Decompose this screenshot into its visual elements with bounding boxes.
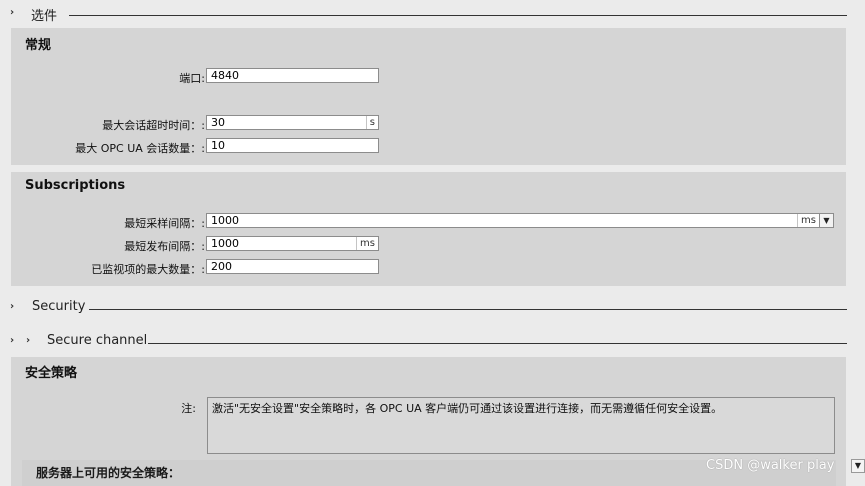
section-options-header[interactable]: › 选件	[0, 5, 865, 24]
unit-seconds: s	[365, 116, 378, 129]
max-sessions-value: 10	[211, 139, 225, 152]
section-divider	[69, 15, 847, 16]
scroll-down-icon[interactable]: ▼	[851, 459, 865, 473]
security-policy-title: 安全策略	[25, 366, 78, 381]
min-sampling-input[interactable]: 1000 ms	[206, 213, 820, 228]
unit-ms: ms	[356, 237, 378, 250]
subscriptions-title: Subscriptions	[25, 178, 126, 193]
max-monitored-value: 200	[211, 260, 232, 273]
section-options-title: 选件	[31, 9, 58, 24]
note-box: 激活"无安全设置"安全策略时，各 OPC UA 客户端仍可通过该设置进行连接，而…	[207, 397, 835, 454]
unit-ms: ms	[797, 214, 819, 227]
note-text: 激活"无安全设置"安全策略时，各 OPC UA 客户端仍可通过该设置进行连接，而…	[212, 402, 723, 415]
section-divider	[89, 309, 847, 310]
general-panel: 常规 端口: 4840 最大会话超时时间：: 30 s 最大 OPC UA 会话…	[11, 28, 846, 165]
section-divider	[148, 343, 847, 344]
max-sessions-input[interactable]: 10	[206, 138, 379, 153]
general-title: 常规	[25, 38, 52, 53]
available-policies-label: 服务器上可用的安全策略：	[36, 466, 181, 480]
chevron-right-icon[interactable]: ›	[10, 335, 14, 346]
min-publishing-label: 最短发布间隔：:	[124, 240, 205, 253]
csdn-watermark: CSDN @walker play	[706, 458, 835, 473]
section-secure-channel-title: Secure channel	[47, 333, 148, 348]
max-session-timeout-value: 30	[211, 116, 225, 129]
max-sessions-label: 最大 OPC UA 会话数量：:	[75, 142, 205, 155]
min-sampling-value: 1000	[211, 214, 239, 227]
port-value: 4840	[211, 69, 239, 82]
note-label: 注:	[181, 402, 196, 415]
max-session-timeout-input[interactable]: 30 s	[206, 115, 379, 130]
min-publishing-value: 1000	[211, 237, 239, 250]
min-sampling-label: 最短采样间隔：:	[124, 217, 205, 230]
chevron-right-icon[interactable]: ›	[10, 7, 14, 18]
section-security-header[interactable]: › Security	[0, 299, 865, 317]
subscriptions-panel: Subscriptions 最短采样间隔：: 1000 ms ▼ 最短发布间隔：…	[11, 172, 846, 286]
chevron-right-icon[interactable]: ›	[26, 335, 30, 346]
port-input[interactable]: 4840	[206, 68, 379, 83]
section-secure-channel-header[interactable]: › › Secure channel	[0, 333, 865, 351]
max-monitored-input[interactable]: 200	[206, 259, 379, 274]
min-publishing-input[interactable]: 1000 ms	[206, 236, 379, 251]
chevron-right-icon[interactable]: ›	[10, 301, 14, 312]
triangle-down-icon[interactable]: ▼	[819, 213, 834, 228]
section-security-title: Security	[32, 299, 86, 314]
max-monitored-label: 已监视项的最大数量：:	[91, 263, 205, 276]
max-session-timeout-label: 最大会话超时时间：:	[102, 119, 205, 132]
port-label: 端口:	[179, 72, 205, 85]
